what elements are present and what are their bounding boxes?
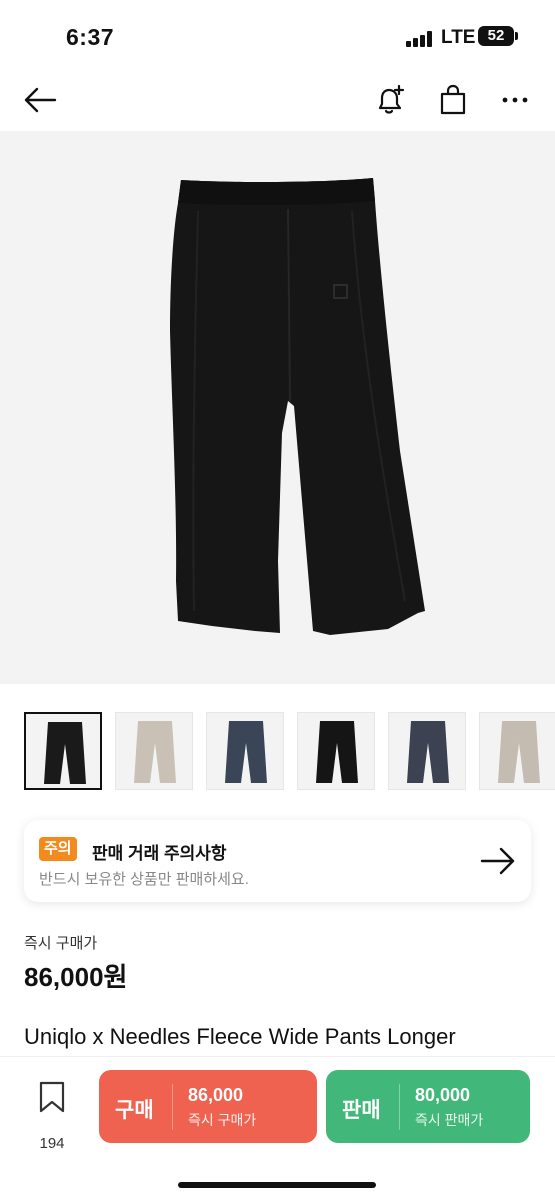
arrow-left-icon (24, 87, 57, 113)
thumbnail-pants-icon (44, 722, 86, 784)
buy-button[interactable]: 구매 86,000 즉시 구매가 (99, 1070, 317, 1143)
thumbnail-1[interactable] (24, 712, 102, 790)
sell-price: 80,000 (415, 1085, 471, 1105)
status-time: 6:37 (66, 24, 115, 50)
thumbnail-pants-icon (407, 721, 449, 783)
sell-sub-label: 즉시 판매가 (415, 1112, 484, 1128)
wishlist-button[interactable]: 194 (30, 1079, 74, 1152)
status-bar: 6:37 LTE 52 (0, 0, 555, 70)
thumbnail-strip (0, 712, 555, 792)
network-type: LTE (441, 27, 476, 48)
thumbnail-pants-icon (316, 721, 358, 783)
buy-price: 86,000 (188, 1085, 244, 1105)
notice-title: 판매 거래 주의사항 (92, 844, 227, 863)
product-image[interactable] (0, 131, 555, 684)
back-button[interactable] (20, 80, 60, 120)
bookmark-icon (39, 1081, 65, 1113)
more-horizontal-icon (502, 97, 528, 103)
buy-label: 구매 (115, 1099, 154, 1122)
arrow-right-icon (480, 847, 515, 875)
thumbnail-pants-icon (225, 721, 267, 783)
thumbnail-pants-icon (134, 721, 176, 783)
sell-divider (399, 1084, 400, 1130)
signal-icon (406, 31, 434, 47)
notice-badge: 주의 (39, 837, 77, 861)
nav-bar (0, 70, 555, 130)
buy-divider (172, 1084, 173, 1130)
thumbnail-4[interactable] (297, 712, 375, 790)
sale-notice-card[interactable]: 주의 판매 거래 주의사항 반드시 보유한 상품만 판매하세요. (24, 820, 531, 902)
notice-description: 반드시 보유한 상품만 판매하세요. (39, 871, 249, 888)
thumbnail-pants-icon (498, 721, 540, 783)
price-label: 즉시 구매가 (24, 935, 98, 952)
shopping-bag-button[interactable] (433, 80, 473, 120)
thumbnail-6[interactable] (479, 712, 555, 790)
product-title: Uniqlo x Needles Fleece Wide Pants Longe… (24, 1024, 456, 1049)
bottom-action-bar: 194 구매 86,000 즉시 구매가 판매 80,000 즉시 판매가 (0, 1056, 555, 1201)
sell-label: 판매 (342, 1099, 381, 1122)
sell-button[interactable]: 판매 80,000 즉시 판매가 (326, 1070, 530, 1143)
home-indicator (178, 1182, 376, 1188)
wishlist-count: 194 (39, 1135, 65, 1152)
buy-sub-label: 즉시 구매가 (188, 1112, 257, 1128)
price-value: 86,000원 (24, 962, 128, 992)
battery-icon: 52 (478, 26, 514, 46)
thumbnail-3[interactable] (206, 712, 284, 790)
shopping-bag-icon (440, 84, 466, 115)
thumbnail-2[interactable] (115, 712, 193, 790)
battery-tip (515, 32, 518, 40)
pants-image (170, 178, 425, 635)
bell-plus-icon (378, 84, 405, 114)
price-alert-button[interactable] (370, 80, 410, 120)
more-button[interactable] (495, 80, 535, 120)
thumbnail-5[interactable] (388, 712, 466, 790)
